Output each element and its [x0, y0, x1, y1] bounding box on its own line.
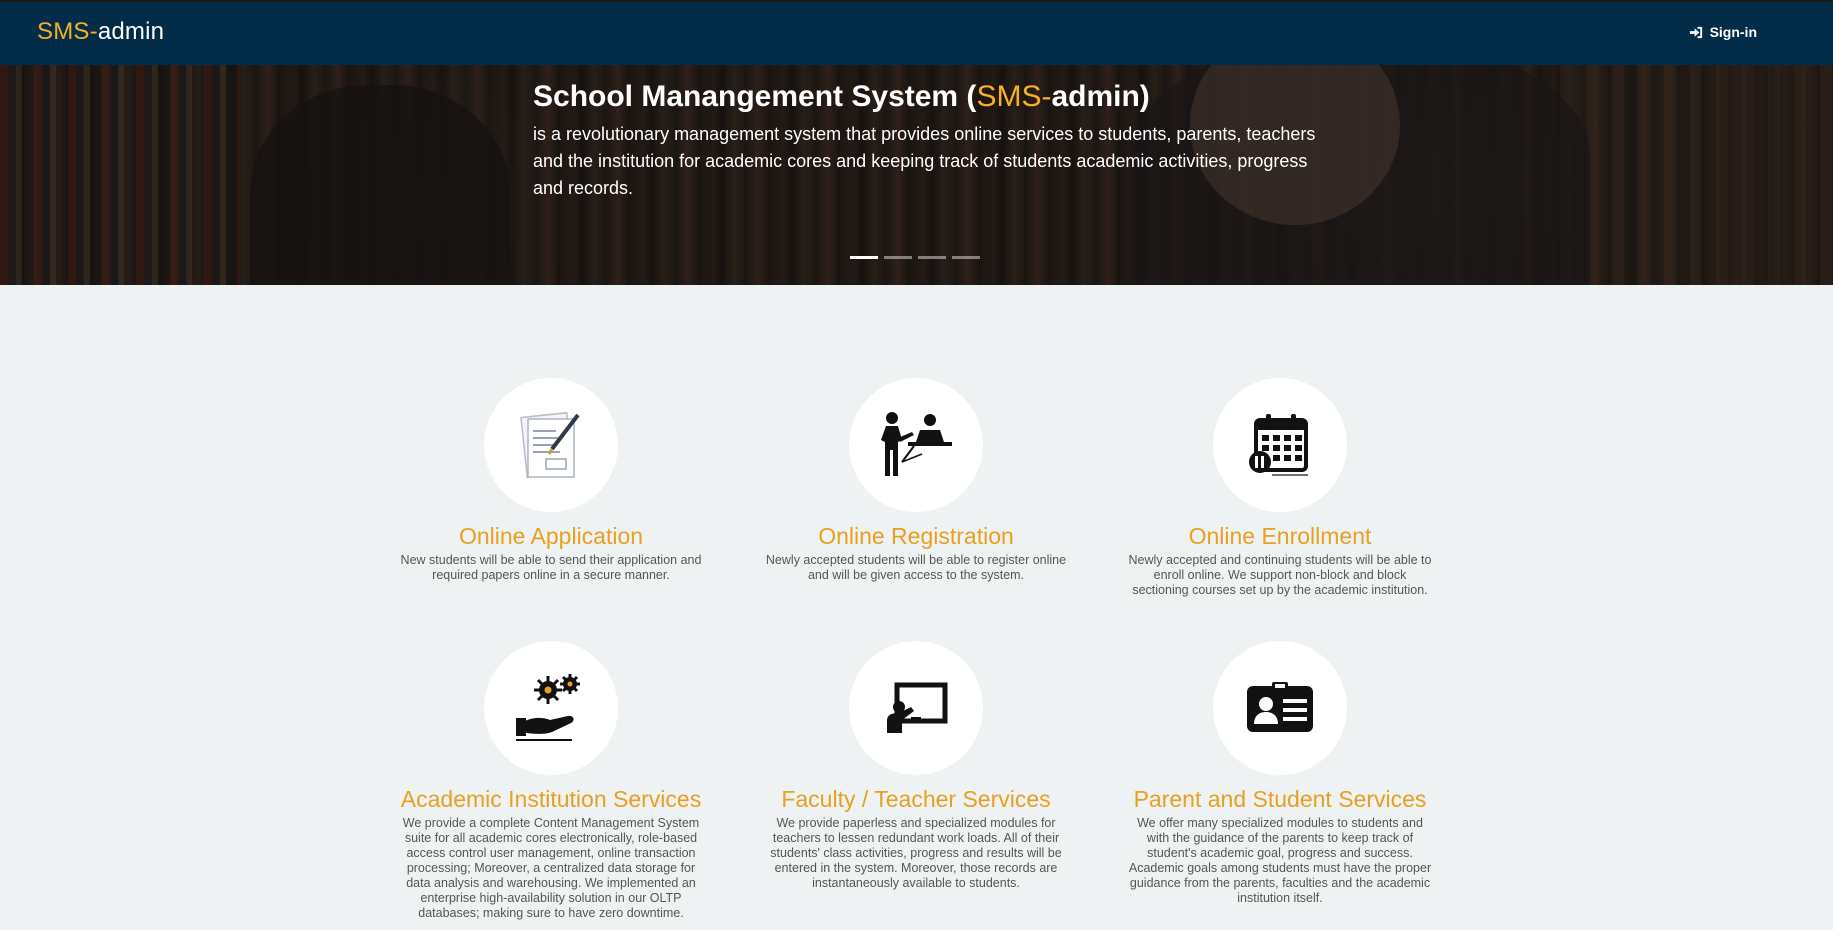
top-navbar: SMS-admin Sign-in	[0, 0, 1833, 65]
application-form-icon	[520, 411, 580, 479]
sign-in-label: Sign-in	[1709, 24, 1757, 40]
feature-faculty-teacher-services: Faculty / Teacher Services We provide pa…	[756, 641, 1076, 891]
feature-icon-circle	[484, 641, 618, 775]
feature-icon-circle	[484, 378, 618, 512]
hero-description: is a revolutionary management system tha…	[533, 124, 1316, 198]
feature-description: Newly accepted students will be able to …	[765, 553, 1067, 582]
feature-description: We provide a complete Content Management…	[402, 816, 700, 920]
calendar-icon	[1249, 414, 1308, 476]
brand-logo[interactable]: SMS-admin	[37, 18, 164, 46]
brand-text: admin	[97, 18, 165, 45]
carousel-indicator-3[interactable]	[918, 256, 946, 259]
feature-description: We provide paperless and specialized mod…	[770, 816, 1062, 890]
carousel-indicator-1[interactable]	[850, 256, 878, 259]
feature-title: Online Application	[458, 523, 644, 549]
feature-title: Academic Institution Services	[400, 786, 702, 812]
carousel-indicators	[850, 256, 980, 259]
sign-in-icon	[1689, 26, 1702, 38]
teacher-board-icon	[887, 682, 948, 733]
carousel-indicator-4[interactable]	[952, 256, 980, 259]
registration-icon	[881, 412, 952, 476]
feature-icon-circle	[849, 641, 983, 775]
feature-description: Newly accepted and continuing students w…	[1128, 553, 1432, 597]
feature-icon-circle	[849, 378, 983, 512]
carousel-indicator-2[interactable]	[884, 256, 912, 259]
hero-title: School Manangement System (SMS-admin)	[533, 80, 1150, 113]
feature-title: Faculty / Teacher Services	[781, 786, 1051, 812]
institution-services-icon	[516, 674, 580, 741]
feature-title: Online Registration	[818, 523, 1014, 549]
feature-parent-student-services: Parent and Student Services We offer man…	[1120, 641, 1440, 906]
feature-academic-institution-services: Academic Institution Services We provide…	[391, 641, 711, 921]
feature-icon-circle	[1213, 378, 1347, 512]
feature-title: Parent and Student Services	[1133, 786, 1427, 812]
feature-online-registration: Online Registration Newly accepted stude…	[756, 378, 1076, 583]
feature-icon-circle	[1213, 641, 1347, 775]
id-card-icon	[1247, 682, 1313, 732]
feature-online-enrollment: Online Enrollment Newly accepted and con…	[1120, 378, 1440, 598]
sign-in-link[interactable]: Sign-in	[1689, 24, 1757, 40]
feature-title: Online Enrollment	[1188, 523, 1372, 549]
feature-online-application: Online Application New students will be …	[391, 378, 711, 583]
feature-description: New students will be able to send their …	[400, 553, 702, 582]
brand-accent-text: SMS-	[37, 18, 98, 45]
feature-description: We offer many specialized modules to stu…	[1128, 816, 1432, 905]
